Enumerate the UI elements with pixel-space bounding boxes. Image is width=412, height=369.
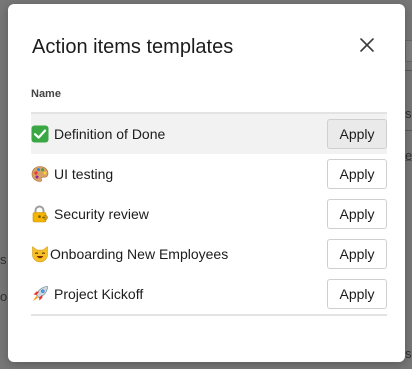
template-label: Definition of Done bbox=[54, 126, 166, 142]
template-name: Onboarding New Employees bbox=[31, 245, 228, 263]
apply-button[interactable]: Apply bbox=[327, 159, 387, 189]
template-row-project-kickoff[interactable]: Project Kickoff Apply bbox=[31, 274, 387, 314]
template-name: Security review bbox=[31, 205, 149, 223]
check-mark-icon bbox=[31, 125, 49, 143]
action-items-templates-dialog: Action items templates Name Definition o… bbox=[8, 4, 405, 362]
template-name: UI testing bbox=[31, 165, 113, 183]
template-row-ui-testing[interactable]: UI testing Apply bbox=[31, 154, 387, 194]
template-label: Security review bbox=[54, 206, 149, 222]
dialog-title: Action items templates bbox=[32, 36, 234, 58]
apply-button[interactable]: Apply bbox=[327, 239, 387, 269]
apply-button[interactable]: Apply bbox=[327, 279, 387, 309]
name-column-header: Name bbox=[31, 88, 61, 100]
close-button[interactable] bbox=[356, 34, 378, 56]
rocket-icon bbox=[33, 286, 48, 301]
smiling-cat-icon bbox=[32, 245, 48, 263]
locked-with-key-icon bbox=[32, 205, 48, 223]
template-label: Project Kickoff bbox=[54, 286, 144, 302]
template-row-definition-of-done[interactable]: Definition of Done Apply bbox=[31, 114, 387, 154]
template-label: Onboarding New Employees bbox=[50, 246, 229, 262]
apply-button[interactable]: Apply bbox=[327, 199, 387, 229]
close-icon bbox=[360, 38, 374, 52]
template-name: Project Kickoff bbox=[31, 285, 143, 303]
template-row-onboarding-new-employees[interactable]: Onboarding New Employees Apply bbox=[31, 234, 387, 274]
apply-button[interactable]: Apply bbox=[327, 119, 387, 149]
templates-list: Definition of Done Apply UI testing Appl… bbox=[31, 112, 387, 316]
template-label: UI testing bbox=[54, 166, 114, 182]
template-name: Definition of Done bbox=[31, 125, 165, 143]
artist-palette-icon bbox=[31, 166, 49, 182]
template-row-security-review[interactable]: Security review Apply bbox=[31, 194, 387, 234]
